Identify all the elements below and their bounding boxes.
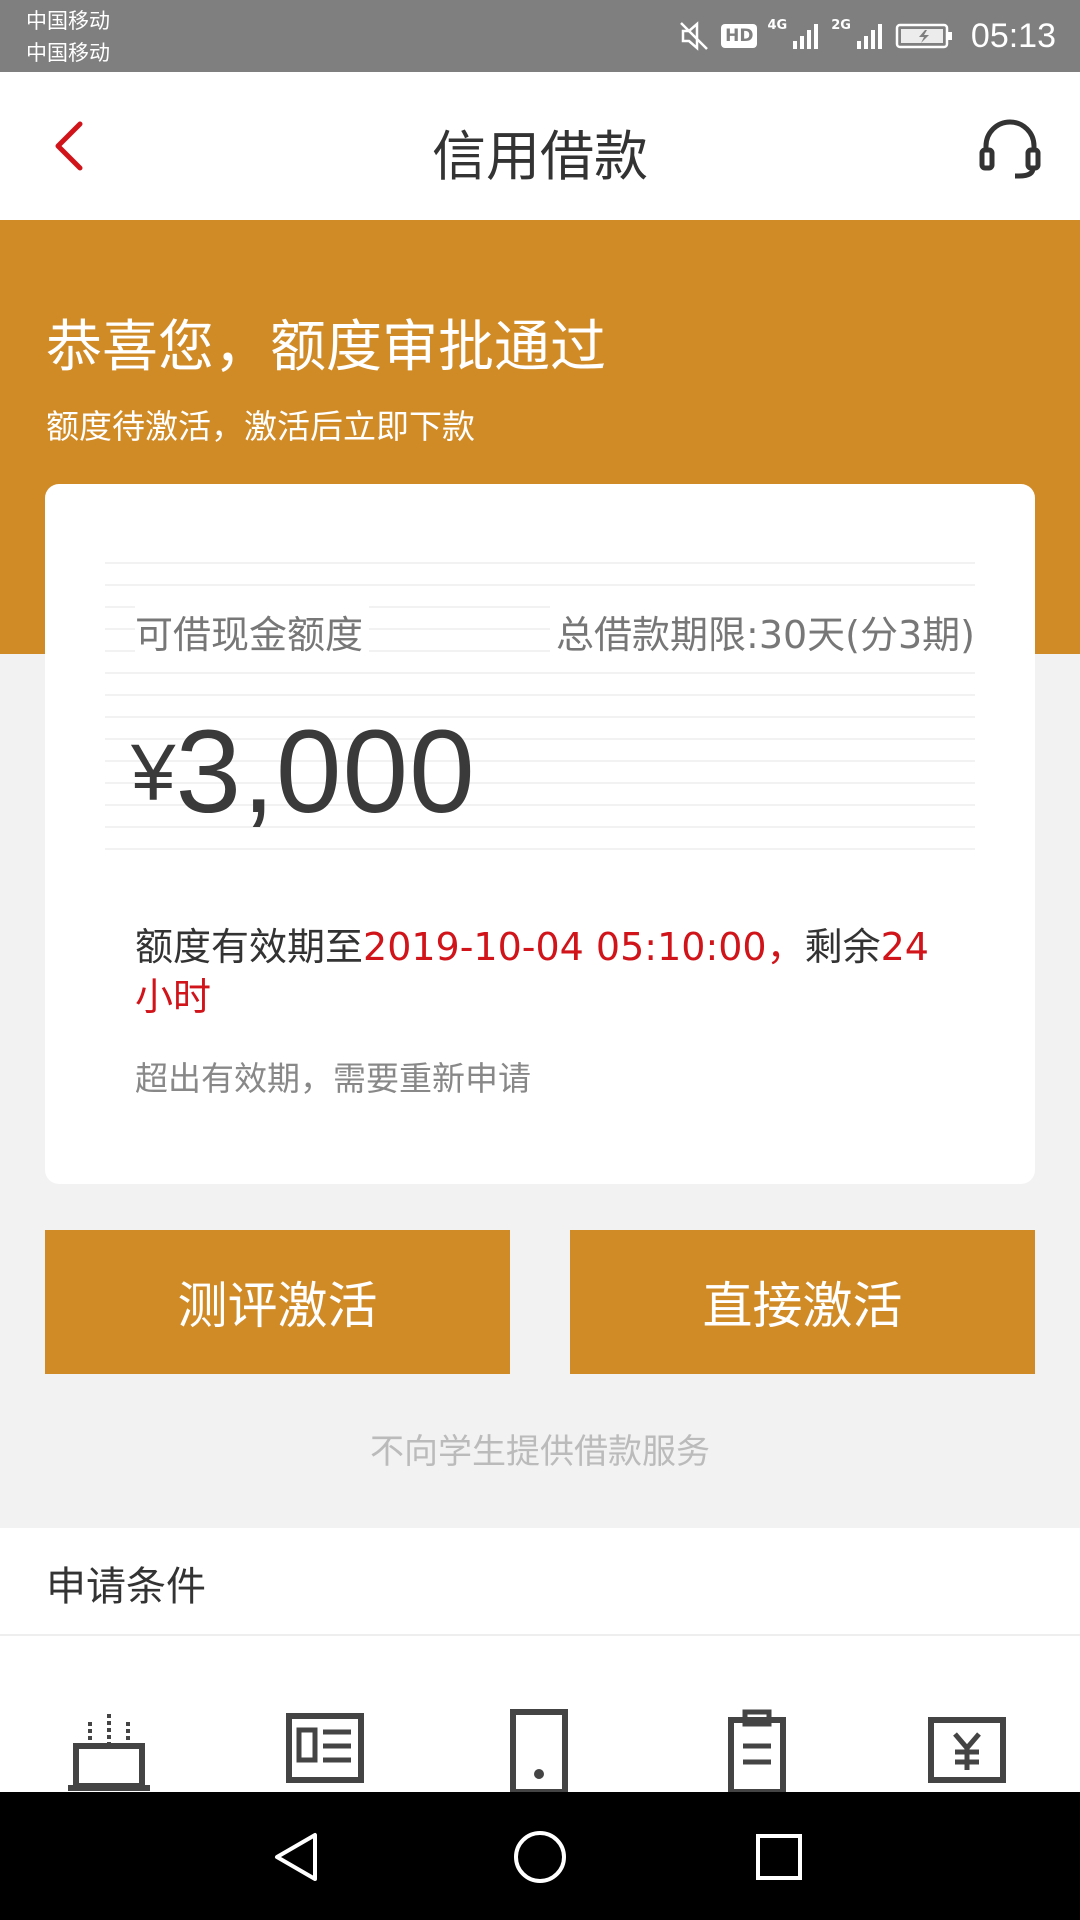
application-conditions: 申请条件 xyxy=(0,1528,1080,1792)
triangle-back-icon xyxy=(275,1833,317,1881)
amount-label: 可借现金额度 xyxy=(135,604,370,659)
signal-icon xyxy=(793,24,819,49)
amount-value: 3,000 xyxy=(175,706,476,838)
divider xyxy=(0,1634,1080,1636)
credit-amount: ¥3,000 xyxy=(131,704,476,840)
clipboard-icon xyxy=(728,1709,786,1792)
clock: 05:13 xyxy=(970,16,1056,55)
direct-activate-button[interactable]: 直接激活 xyxy=(570,1230,1035,1374)
circle-home-icon xyxy=(514,1831,566,1883)
condition-age xyxy=(64,1708,154,1792)
system-home-button[interactable] xyxy=(505,1822,575,1892)
network-2g-label: 2G xyxy=(831,18,851,33)
assess-activate-button[interactable]: 测评激活 xyxy=(45,1230,510,1374)
customer-service-button[interactable] xyxy=(974,112,1046,184)
id-card-icon xyxy=(286,1713,364,1783)
conditions-icons-row xyxy=(0,1708,1080,1792)
validity-prefix: 额度有效期至 xyxy=(135,925,364,969)
validity-mid: 剩余 xyxy=(804,925,881,969)
status-icons: HD 4G 2G 05:13 xyxy=(677,0,1056,72)
signal-icon-2 xyxy=(856,24,882,49)
hd-badge: HD xyxy=(721,24,758,48)
expiry-note: 超出有效期，需要重新申请 xyxy=(135,1059,531,1098)
banner-title: 恭喜您，额度审批通过 xyxy=(46,315,606,380)
status-bar: 中国移动 中国移动 HD 4G 2G 05:13 xyxy=(0,0,1080,72)
system-recent-button[interactable] xyxy=(744,1822,814,1892)
currency-symbol: ¥ xyxy=(131,728,176,817)
credit-limit-card: 可借现金额度 总借款期限:30天(分3期) ¥3,000 额度有效期至2019-… xyxy=(45,484,1035,1184)
square-recent-icon xyxy=(756,1834,802,1880)
condition-record xyxy=(712,1708,802,1792)
carrier-label-2: 中国移动 xyxy=(26,41,110,65)
network-4g-label: 4G xyxy=(767,18,788,33)
validity-text: 额度有效期至2019-10-04 05:10:00，剩余24小时 xyxy=(135,922,965,1022)
validity-date: 2019-10-04 05:10:00， xyxy=(363,925,805,969)
phone-icon xyxy=(510,1709,568,1792)
cake-icon xyxy=(68,1714,150,1791)
term-label: 总借款期限:30天(分3期) xyxy=(550,604,975,659)
battery-charging-icon xyxy=(895,23,952,49)
condition-bank-card xyxy=(922,1708,1012,1792)
condition-phone xyxy=(494,1708,584,1792)
conditions-title: 申请条件 xyxy=(46,1564,206,1610)
system-back-button[interactable] xyxy=(262,1822,332,1892)
system-nav-bar xyxy=(0,1792,1080,1920)
carrier-label-1: 中国移动 xyxy=(26,9,110,33)
headset-icon xyxy=(979,119,1041,179)
page-title: 信用借款 xyxy=(432,125,648,188)
mute-icon xyxy=(680,21,709,51)
nav-bar: 信用借款 xyxy=(0,72,1080,220)
banner-subtitle: 额度待激活，激活后立即下款 xyxy=(46,407,475,446)
condition-id-card xyxy=(280,1708,370,1792)
yen-card-icon xyxy=(928,1717,1006,1783)
student-disclaimer: 不向学生提供借款服务 xyxy=(370,1432,710,1472)
